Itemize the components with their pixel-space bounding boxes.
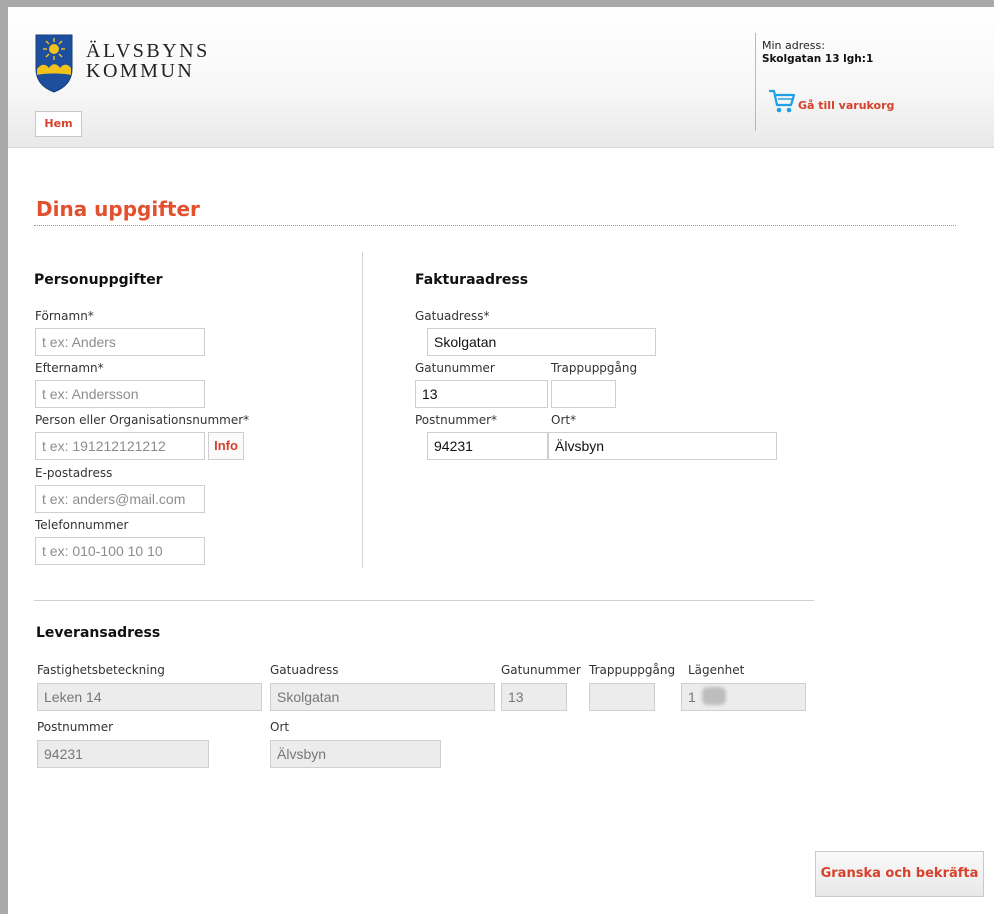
delivery-entrance-label: Trappuppgång	[589, 663, 676, 677]
window-left-border	[0, 0, 8, 914]
shopping-cart-icon	[769, 89, 796, 113]
delivery-number-label: Gatunummer	[501, 663, 581, 677]
delivery-street-input	[270, 683, 495, 711]
logo-wordmark: ÄLVSBYNS KOMMUN	[86, 41, 210, 81]
personal-info-heading: Personuppgifter	[34, 272, 163, 288]
logo-line-1: ÄLVSBYNS	[86, 40, 210, 62]
last-name-label: Efternamn*	[35, 361, 104, 375]
coat-of-arms-icon	[35, 34, 73, 93]
invoice-address-heading: Fakturaadress	[415, 272, 529, 288]
page-title: Dina uppgifter	[36, 197, 200, 221]
header-divider	[755, 33, 756, 131]
home-button[interactable]: Hem	[35, 111, 82, 137]
delivery-city-input	[270, 740, 441, 768]
delivery-entrance-input	[589, 683, 655, 711]
apartment-input	[681, 683, 806, 711]
go-to-cart-link[interactable]: Gå till varukorg	[768, 88, 894, 114]
delivery-address-heading: Leveransadress	[36, 625, 161, 641]
delivery-postal-label: Postnummer	[37, 720, 114, 734]
id-number-input[interactable]	[35, 432, 205, 460]
email-label: E-postadress	[35, 466, 113, 480]
phone-input[interactable]	[35, 537, 205, 565]
invoice-city-input[interactable]	[548, 432, 777, 460]
delivery-postal-input	[37, 740, 209, 768]
logo-line-2: KOMMUN	[86, 60, 195, 82]
last-name-input[interactable]	[35, 380, 205, 408]
municipality-logo[interactable]: ÄLVSBYNS KOMMUN	[34, 33, 210, 93]
invoice-number-input[interactable]	[415, 380, 548, 408]
site-header: ÄLVSBYNS KOMMUN Hem Min adress: Skolgata…	[8, 7, 994, 148]
delivery-city-label: Ort	[270, 720, 290, 734]
first-name-input[interactable]	[35, 328, 205, 356]
redacted-apartment-number	[702, 687, 726, 705]
first-name-label: Förnamn*	[35, 309, 94, 323]
apartment-label: Lägenhet	[688, 663, 745, 677]
invoice-street-input[interactable]	[427, 328, 656, 356]
invoice-entrance-input[interactable]	[551, 380, 616, 408]
property-label: Fastighetsbeteckning	[37, 663, 165, 677]
invoice-street-label: Gatuadress*	[415, 309, 490, 323]
id-number-label: Person eller Organisationsnummer*	[35, 413, 250, 427]
invoice-number-label: Gatunummer	[415, 361, 495, 375]
delivery-number-input	[501, 683, 567, 711]
id-info-button[interactable]: Info	[208, 432, 244, 460]
invoice-entrance-label: Trappuppgång	[551, 361, 638, 375]
my-address-label: Min adress:	[762, 39, 825, 52]
column-divider	[362, 252, 363, 568]
invoice-postal-label: Postnummer*	[415, 413, 498, 427]
my-address-value: Skolgatan 13 lgh:1	[762, 53, 874, 65]
title-divider	[34, 225, 956, 226]
section-divider	[34, 600, 814, 601]
review-and-confirm-button[interactable]: Granska och bekräfta	[815, 851, 984, 897]
property-input	[37, 683, 262, 711]
cart-link-label: Gå till varukorg	[798, 98, 895, 112]
invoice-city-label: Ort*	[551, 413, 577, 427]
delivery-street-label: Gatuadress	[270, 663, 339, 677]
invoice-postal-input[interactable]	[427, 432, 548, 460]
window-top-border	[0, 0, 994, 7]
phone-label: Telefonnummer	[35, 518, 129, 532]
email-input[interactable]	[35, 485, 205, 513]
